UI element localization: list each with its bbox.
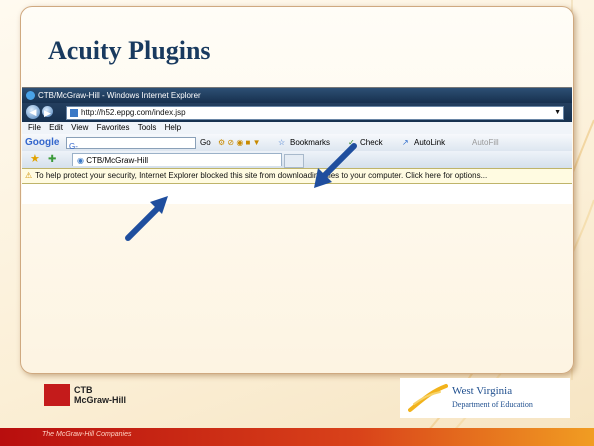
address-bar: ◀ ▶ http://h52.eppg.com/index.jsp ▼ (22, 103, 572, 122)
info-message: To help protect your security, Internet … (35, 171, 488, 180)
ie-icon (26, 91, 35, 100)
forward-button[interactable]: ▶ (42, 106, 53, 118)
back-button[interactable]: ◀ (26, 105, 40, 119)
new-tab-button[interactable] (284, 154, 304, 168)
wv-line1: West Virginia (452, 385, 513, 397)
wv-line2: Department of Education (452, 400, 533, 409)
bookmark-star-icon: ☆ (278, 138, 286, 147)
google-go-button[interactable]: Go (200, 134, 211, 151)
wv-swoosh-icon (408, 384, 448, 412)
chevron-down-icon[interactable]: ▼ (554, 107, 561, 119)
mcgraw-hill-emblem (44, 384, 70, 406)
tab-title: CTB/McGraw-Hill (86, 156, 148, 165)
warning-icon: ⚠ (25, 171, 33, 180)
autolink-icon: ↗ (402, 138, 409, 147)
address-input[interactable]: http://h52.eppg.com/index.jsp ▼ (66, 106, 564, 120)
google-search-input[interactable]: G- (66, 137, 196, 151)
autofill-button[interactable]: AutoFill (472, 134, 499, 151)
add-favorite-icon[interactable]: ✚ (48, 151, 56, 168)
wv-education-logo: West Virginia Department of Education (400, 378, 570, 418)
menu-edit[interactable]: Edit (49, 123, 63, 132)
window-titlebar: CTB/McGraw-Hill - Windows Internet Explo… (22, 88, 572, 103)
logo-line-ctb: CTB (74, 385, 93, 395)
menu-view[interactable]: View (71, 123, 88, 132)
arrow-icon (125, 196, 168, 241)
browser-screenshot: CTB/McGraw-Hill - Windows Internet Explo… (22, 87, 572, 204)
ie-tab-icon: ◉ (77, 156, 84, 165)
window-title: CTB/McGraw-Hill - Windows Internet Explo… (38, 91, 201, 100)
menu-favorites[interactable]: Favorites (97, 123, 130, 132)
page-icon (70, 109, 78, 117)
toolbar-icons: ⚙ ⊘ ◉ ■ ▼ (218, 138, 261, 147)
logo-line-mcgraw-hill: McGraw-Hill (74, 395, 127, 405)
security-info-bar[interactable]: ⚠ To help protect your security, Internet… (22, 168, 572, 184)
google-toolbar: Google G- Go ⚙ ⊘ ◉ ■ ▼ ☆ Bookmarks ✓ Che… (22, 134, 572, 151)
menu-help[interactable]: Help (165, 123, 181, 132)
footer-bar: The McGraw-Hill Companies (0, 428, 594, 446)
check-button[interactable]: Check (360, 134, 383, 151)
menu-file[interactable]: File (28, 123, 41, 132)
menu-tools[interactable]: Tools (138, 123, 157, 132)
arrow-icon (314, 143, 357, 188)
slide-title: Acuity Plugins (48, 36, 211, 65)
menu-bar: File Edit View Favorites Tools Help (22, 122, 572, 134)
ctb-mcgraw-hill-logo: CTB McGraw-Hill (44, 380, 204, 410)
tab-ctb[interactable]: ◉ CTB/McGraw-Hill (72, 153, 282, 166)
autolink-button[interactable]: AutoLink (414, 134, 445, 151)
footer-tagline: The McGraw-Hill Companies (42, 431, 132, 438)
favorites-bar: ★ ✚ ◉ CTB/McGraw-Hill (22, 151, 572, 168)
address-url: http://h52.eppg.com/index.jsp (81, 108, 186, 117)
google-logo: Google (25, 137, 60, 148)
favorites-star-icon[interactable]: ★ (30, 151, 40, 168)
